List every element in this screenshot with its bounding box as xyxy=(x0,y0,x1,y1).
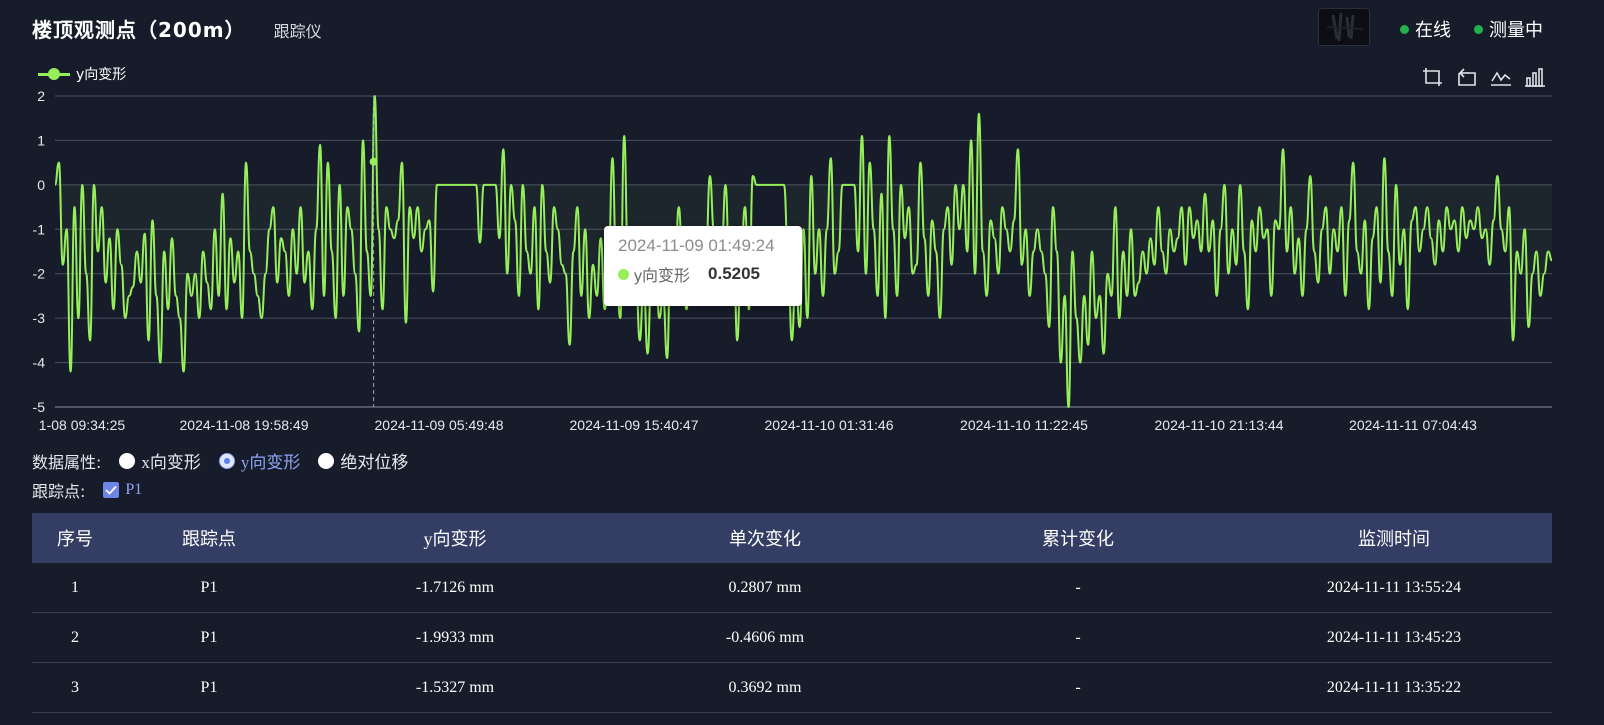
x-tick-label: 2024-11-11 07:04:43 xyxy=(1349,417,1477,430)
y-deformation-line-chart[interactable]: 2 1 0 -1 -2 -3 -4 -5 1-08 09:34:25 2024-11-08 19… xyxy=(0,80,1604,430)
checkbox-checked-icon xyxy=(103,482,120,498)
y-axis: 2 1 0 -1 -2 -3 -4 -5 xyxy=(33,88,46,415)
col-header-y-deformation[interactable]: y向变形 xyxy=(300,525,610,551)
y-tick-label: -1 xyxy=(33,221,46,237)
measuring-dot-icon xyxy=(1474,24,1483,34)
radio-icon xyxy=(318,452,335,469)
cell-y-deformation: -1.9933 mm xyxy=(415,628,495,646)
x-tick-label: 1-08 09:34:25 xyxy=(39,417,126,430)
y-tick-label: -2 xyxy=(33,266,46,282)
y-tick-label: 0 xyxy=(37,177,45,193)
x-tick-label: 2024-11-09 05:49:48 xyxy=(375,417,504,430)
tooltip-series-dot-icon xyxy=(618,268,629,280)
cell-index: 1 xyxy=(71,578,79,596)
camera-thumbnail[interactable] xyxy=(1318,8,1370,46)
highlight-point xyxy=(369,157,378,166)
tracking-point-selector: 跟踪点: P1 xyxy=(32,478,142,502)
monitoring-table: 序号 跟踪点 y向变形 单次变化 累计变化 监测时间 1 P1 -1.7126 … xyxy=(32,513,1552,713)
cell-monitor-time: 2024-11-11 13:35:22 xyxy=(1326,678,1462,696)
x-tick-label: 2024-11-08 19:58:49 xyxy=(180,417,309,430)
status-online: 在线 xyxy=(1400,16,1451,42)
x-axis: 1-08 09:34:25 2024-11-08 19:58:49 2024-11-… xyxy=(39,417,1477,430)
tooltip-value: 0.5205 xyxy=(708,264,761,283)
x-tick-label: 2024-11-10 21:13:44 xyxy=(1155,417,1284,430)
y-tick-label: -3 xyxy=(33,310,46,326)
cell-cumulative-change: - xyxy=(1075,628,1081,646)
header: 楼顶观测点（200m） 跟踪仪 xyxy=(32,14,322,44)
legend-line-icon xyxy=(38,67,70,81)
cell-single-change: 0.2807 mm xyxy=(728,578,802,596)
status-measuring-label: 测量中 xyxy=(1489,20,1543,41)
radio-icon xyxy=(119,452,136,469)
cell-point: P1 xyxy=(200,578,218,596)
online-dot-icon xyxy=(1400,24,1409,34)
cell-monitor-time: 2024-11-11 13:55:24 xyxy=(1326,578,1462,596)
col-header-index[interactable]: 序号 xyxy=(32,525,118,551)
table-header: 序号 跟踪点 y向变形 单次变化 累计变化 监测时间 xyxy=(32,513,1552,563)
status-online-label: 在线 xyxy=(1415,20,1451,41)
cell-y-deformation: -1.7126 mm xyxy=(415,578,495,596)
data-attribute-selector: 数据属性: x向变形 y向变形 绝对位移 xyxy=(32,448,408,473)
tooltip-time: 2024-11-09 01:49:24 xyxy=(618,236,775,255)
cell-y-deformation: -1.5327 mm xyxy=(415,678,495,696)
cell-cumulative-change: - xyxy=(1075,578,1081,596)
cell-index: 3 xyxy=(71,678,79,696)
series-line xyxy=(54,95,1553,408)
cell-index: 2 xyxy=(71,628,79,646)
page-title: 楼顶观测点（200m） xyxy=(32,18,246,42)
chart-tooltip: 2024-11-09 01:49:24 y向变形 0.5205 xyxy=(604,226,802,306)
x-tick-label: 2024-11-09 15:40:47 xyxy=(570,417,699,430)
radio-selected-icon xyxy=(218,452,235,469)
col-header-monitor-time[interactable]: 监测时间 xyxy=(1236,525,1552,551)
y-tick-label: -4 xyxy=(33,355,46,371)
table-row[interactable]: 3 P1 -1.5327 mm 0.3692 mm - 2024-11-11 1… xyxy=(32,663,1552,713)
cell-cumulative-change: - xyxy=(1075,678,1081,696)
radio-x-deformation[interactable]: x向变形 xyxy=(119,448,201,473)
tracking-point-label: 跟踪点: xyxy=(32,482,86,501)
table-row[interactable]: 1 P1 -1.7126 mm 0.2807 mm - 2024-11-11 1… xyxy=(32,563,1552,613)
radio-y-deformation[interactable]: y向变形 xyxy=(218,448,300,473)
y-tick-label: 1 xyxy=(37,132,45,148)
cell-single-change: -0.4606 mm xyxy=(725,628,805,646)
data-attribute-label: 数据属性: xyxy=(32,452,102,472)
device-type-label: 跟踪仪 xyxy=(273,22,322,41)
col-header-single-change[interactable]: 单次变化 xyxy=(610,525,920,551)
cell-point: P1 xyxy=(200,628,218,646)
y-tick-label: -5 xyxy=(33,399,46,415)
x-tick-label: 2024-11-10 01:31:46 xyxy=(765,417,894,430)
status-measuring: 测量中 xyxy=(1474,16,1543,42)
table-row[interactable]: 2 P1 -1.9933 mm -0.4606 mm - 2024-11-11 … xyxy=(32,613,1552,663)
cell-point: P1 xyxy=(200,678,218,696)
col-header-point[interactable]: 跟踪点 xyxy=(118,525,300,551)
x-tick-label: 2024-11-10 11:22:45 xyxy=(960,417,1088,430)
y-tick-label: 2 xyxy=(37,88,45,104)
cell-single-change: 0.3692 mm xyxy=(728,678,802,696)
radio-absolute-displacement[interactable]: 绝对位移 xyxy=(318,448,408,473)
tooltip-series-name: y向变形 xyxy=(634,268,691,285)
cell-monitor-time: 2024-11-11 13:45:23 xyxy=(1326,628,1462,646)
checkbox-p1[interactable]: P1 xyxy=(103,481,142,499)
col-header-cumulative-change[interactable]: 累计变化 xyxy=(920,525,1236,551)
